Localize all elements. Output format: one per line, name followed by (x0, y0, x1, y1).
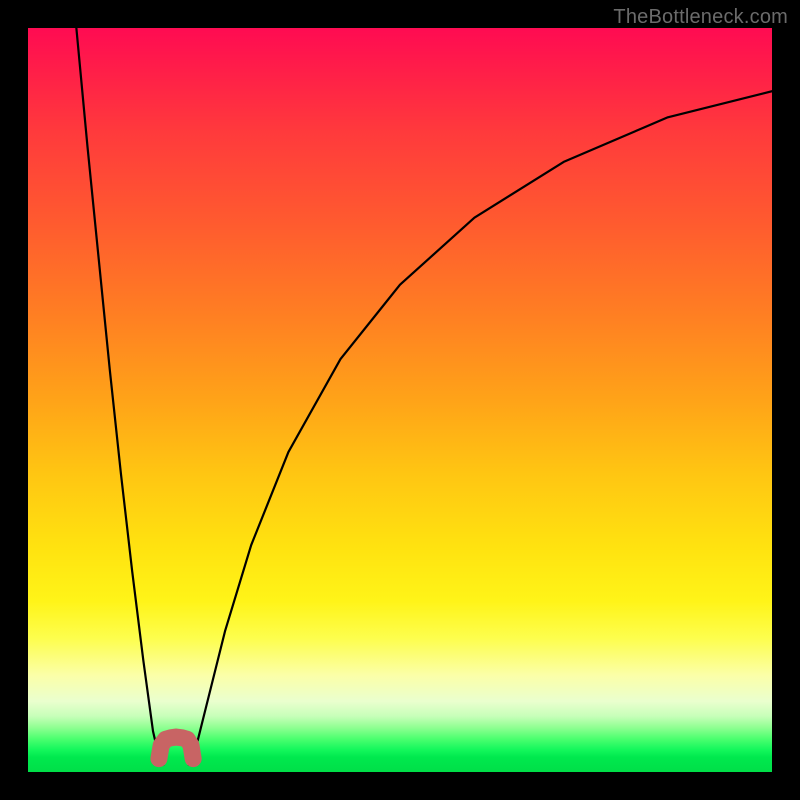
plot-area (28, 28, 772, 772)
chart-overlay (28, 28, 772, 772)
curve-right-branch (189, 91, 772, 764)
curve-left-branch (76, 28, 163, 765)
valley-marker (159, 737, 193, 759)
watermark-text: TheBottleneck.com (613, 6, 788, 29)
valley-marker-path (159, 737, 193, 759)
bottleneck-curve (76, 28, 772, 765)
chart-frame: TheBottleneck.com (0, 0, 800, 800)
